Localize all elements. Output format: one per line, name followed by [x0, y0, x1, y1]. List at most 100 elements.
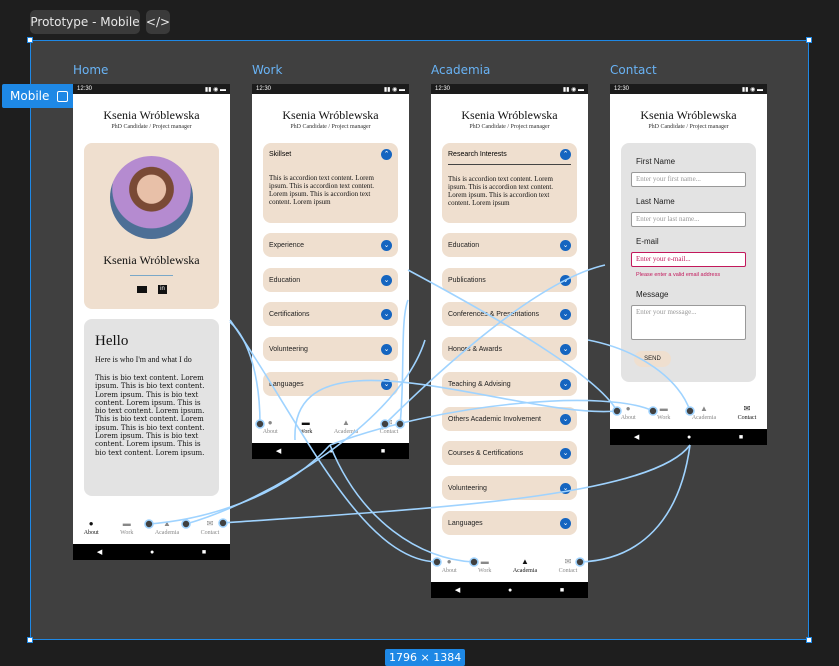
person-icon: ●	[88, 519, 94, 528]
hello-heading: Hello	[95, 333, 129, 349]
back-icon[interactable]: ◀	[97, 548, 102, 556]
nav-contact[interactable]: ✉ Contact	[558, 558, 578, 575]
back-icon[interactable]: ◀	[634, 433, 639, 441]
profile-subtitle: PhD Candidate / Project manager	[469, 124, 550, 130]
signal-icon: ▮▮ ◉ ▬	[383, 86, 405, 93]
mobile-label: Mobile	[10, 89, 50, 103]
status-time: 12:30	[77, 86, 93, 92]
recents-icon[interactable]: ■	[202, 548, 206, 556]
nav-about[interactable]: ● About	[84, 519, 99, 537]
accordion-title: Volunteering	[448, 484, 487, 492]
accordion-item[interactable]: Experience ⌄	[263, 233, 398, 257]
recents-icon[interactable]: ■	[381, 447, 385, 455]
nav-label: Contact	[558, 568, 578, 574]
nav-label: Work	[478, 568, 492, 574]
resize-handle-bl[interactable]	[27, 637, 33, 643]
card-divider	[130, 275, 173, 276]
intro-text: Here is who I'm and what I do	[95, 355, 192, 364]
graduation-cap-icon: ▲	[163, 519, 171, 528]
nav-label: Academia	[512, 568, 538, 574]
back-icon[interactable]: ◀	[455, 586, 460, 594]
accordion-title: Research Interests	[448, 151, 507, 158]
accordion-title: Languages	[269, 380, 304, 388]
code-icon[interactable]: </>	[146, 10, 170, 34]
accordion-item[interactable]: Education ⌄	[442, 233, 577, 257]
nav-contact[interactable]: ✉ Contact	[201, 520, 220, 537]
graduation-cap-icon: ▲	[521, 557, 529, 566]
home-icon[interactable]: ●	[687, 433, 691, 441]
nav-label: Work	[299, 429, 313, 435]
email-field[interactable]: Enter your e-mail...	[631, 252, 746, 267]
home-icon[interactable]: ●	[329, 447, 333, 455]
nav-academia[interactable]: ▲ Academia	[334, 419, 358, 436]
mobile-badge[interactable]: Mobile	[2, 84, 77, 108]
nav-work[interactable]: ▬ Work	[299, 418, 313, 436]
status-bar: 12:30 ▮▮ ◉ ▬	[252, 84, 409, 94]
accordion-item[interactable]: Honors & Awards ⌄	[442, 337, 577, 361]
recents-icon[interactable]: ■	[739, 433, 743, 441]
profile-name: Ksenia Wróblewska	[282, 108, 379, 122]
accordion-item[interactable]: Volunteering ⌄	[263, 337, 398, 361]
chevron-up-icon[interactable]: ⌃	[381, 149, 392, 160]
briefcase-icon: ▬	[301, 418, 310, 427]
system-nav-bar: ◀ ● ■	[431, 582, 588, 598]
person-icon: ●	[446, 557, 452, 566]
chevron-down-icon: ⌄	[560, 378, 571, 390]
accordion-item[interactable]: Teaching & Advising ⌄	[442, 372, 577, 396]
resize-handle-tl[interactable]	[27, 37, 33, 43]
accordion-item[interactable]: Languages ⌄	[442, 511, 577, 535]
accordion-open[interactable]: Research Interests ⌃ This is accordion te…	[442, 143, 577, 223]
accordion-item[interactable]: Certifications ⌄	[263, 302, 398, 326]
nav-label: Work	[120, 530, 134, 536]
accordion-item[interactable]: Volunteering ⌄	[442, 476, 577, 500]
nav-academia[interactable]: ▲ Academia	[512, 557, 538, 575]
accordion-title: Publications	[448, 276, 486, 284]
nav-contact[interactable]: ✉ Contact	[738, 405, 757, 422]
briefcase-icon: ▬	[659, 404, 668, 413]
accordion-open[interactable]: Skillset ⌃ This is accordion text content…	[263, 143, 398, 223]
frame-label-contact[interactable]: Contact	[610, 63, 657, 77]
accordion-body: This is accordion text content. Lorem ip…	[448, 175, 554, 207]
nav-about[interactable]: ● About	[263, 419, 278, 436]
mail-icon[interactable]	[137, 286, 147, 293]
frame-label-academia[interactable]: Academia	[431, 63, 490, 77]
frame-label-home[interactable]: Home	[73, 63, 108, 77]
message-field[interactable]: Enter your message...	[631, 305, 746, 340]
device-icon	[57, 90, 69, 102]
recents-icon[interactable]: ■	[560, 586, 564, 594]
accordion-item[interactable]: Publications ⌄	[442, 268, 577, 292]
accordion-title: Experience	[269, 241, 305, 249]
system-nav-bar: ◀ ● ■	[252, 443, 409, 459]
chevron-up-icon[interactable]: ⌃	[560, 149, 571, 160]
prototype-title-button[interactable]: Prototype - Mobile	[30, 10, 140, 34]
accordion-title: Education	[448, 241, 480, 249]
chevron-down-icon: ⌄	[560, 517, 571, 529]
nav-about[interactable]: ● About	[442, 557, 457, 575]
last-name-field[interactable]: Enter your last name...	[631, 212, 746, 227]
nav-work[interactable]: ▬ Work	[478, 558, 492, 575]
nav-academia[interactable]: ▲ Academia	[155, 519, 179, 537]
frame-label-work[interactable]: Work	[252, 63, 282, 77]
resize-handle-br[interactable]	[806, 637, 812, 643]
nav-academia[interactable]: ▲ Academia	[692, 405, 716, 422]
chevron-down-icon: ⌄	[381, 378, 392, 390]
nav-contact[interactable]: ✉ Contact	[380, 419, 399, 436]
nav-work[interactable]: ▬ Work	[657, 404, 670, 422]
accordion-item[interactable]: Courses & Certifications ⌄	[442, 441, 577, 465]
send-button[interactable]: SEND	[634, 351, 671, 367]
nav-about[interactable]: ● About	[621, 405, 636, 422]
profile-subtitle: PhD Candidate / Project manager	[290, 124, 371, 130]
status-bar: 12:30 ▮▮ ◉ ▬	[610, 84, 767, 94]
accordion-item[interactable]: Languages ⌄	[263, 372, 398, 396]
accordion-item[interactable]: Education ⌄	[263, 268, 398, 292]
accordion-item[interactable]: Conferences & Presentations ⌄	[442, 302, 577, 326]
signal-icon: ▮▮ ◉ ▬	[204, 86, 226, 93]
resize-handle-tr[interactable]	[806, 37, 812, 43]
home-icon[interactable]: ●	[508, 586, 512, 594]
linkedin-icon[interactable]: in	[158, 285, 167, 294]
home-icon[interactable]: ●	[150, 548, 154, 556]
accordion-item[interactable]: Others Academic Involvement ⌄	[442, 407, 577, 431]
nav-work[interactable]: ▬ Work	[120, 520, 134, 537]
first-name-field[interactable]: Enter your first name...	[631, 172, 746, 187]
back-icon[interactable]: ◀	[276, 447, 281, 455]
